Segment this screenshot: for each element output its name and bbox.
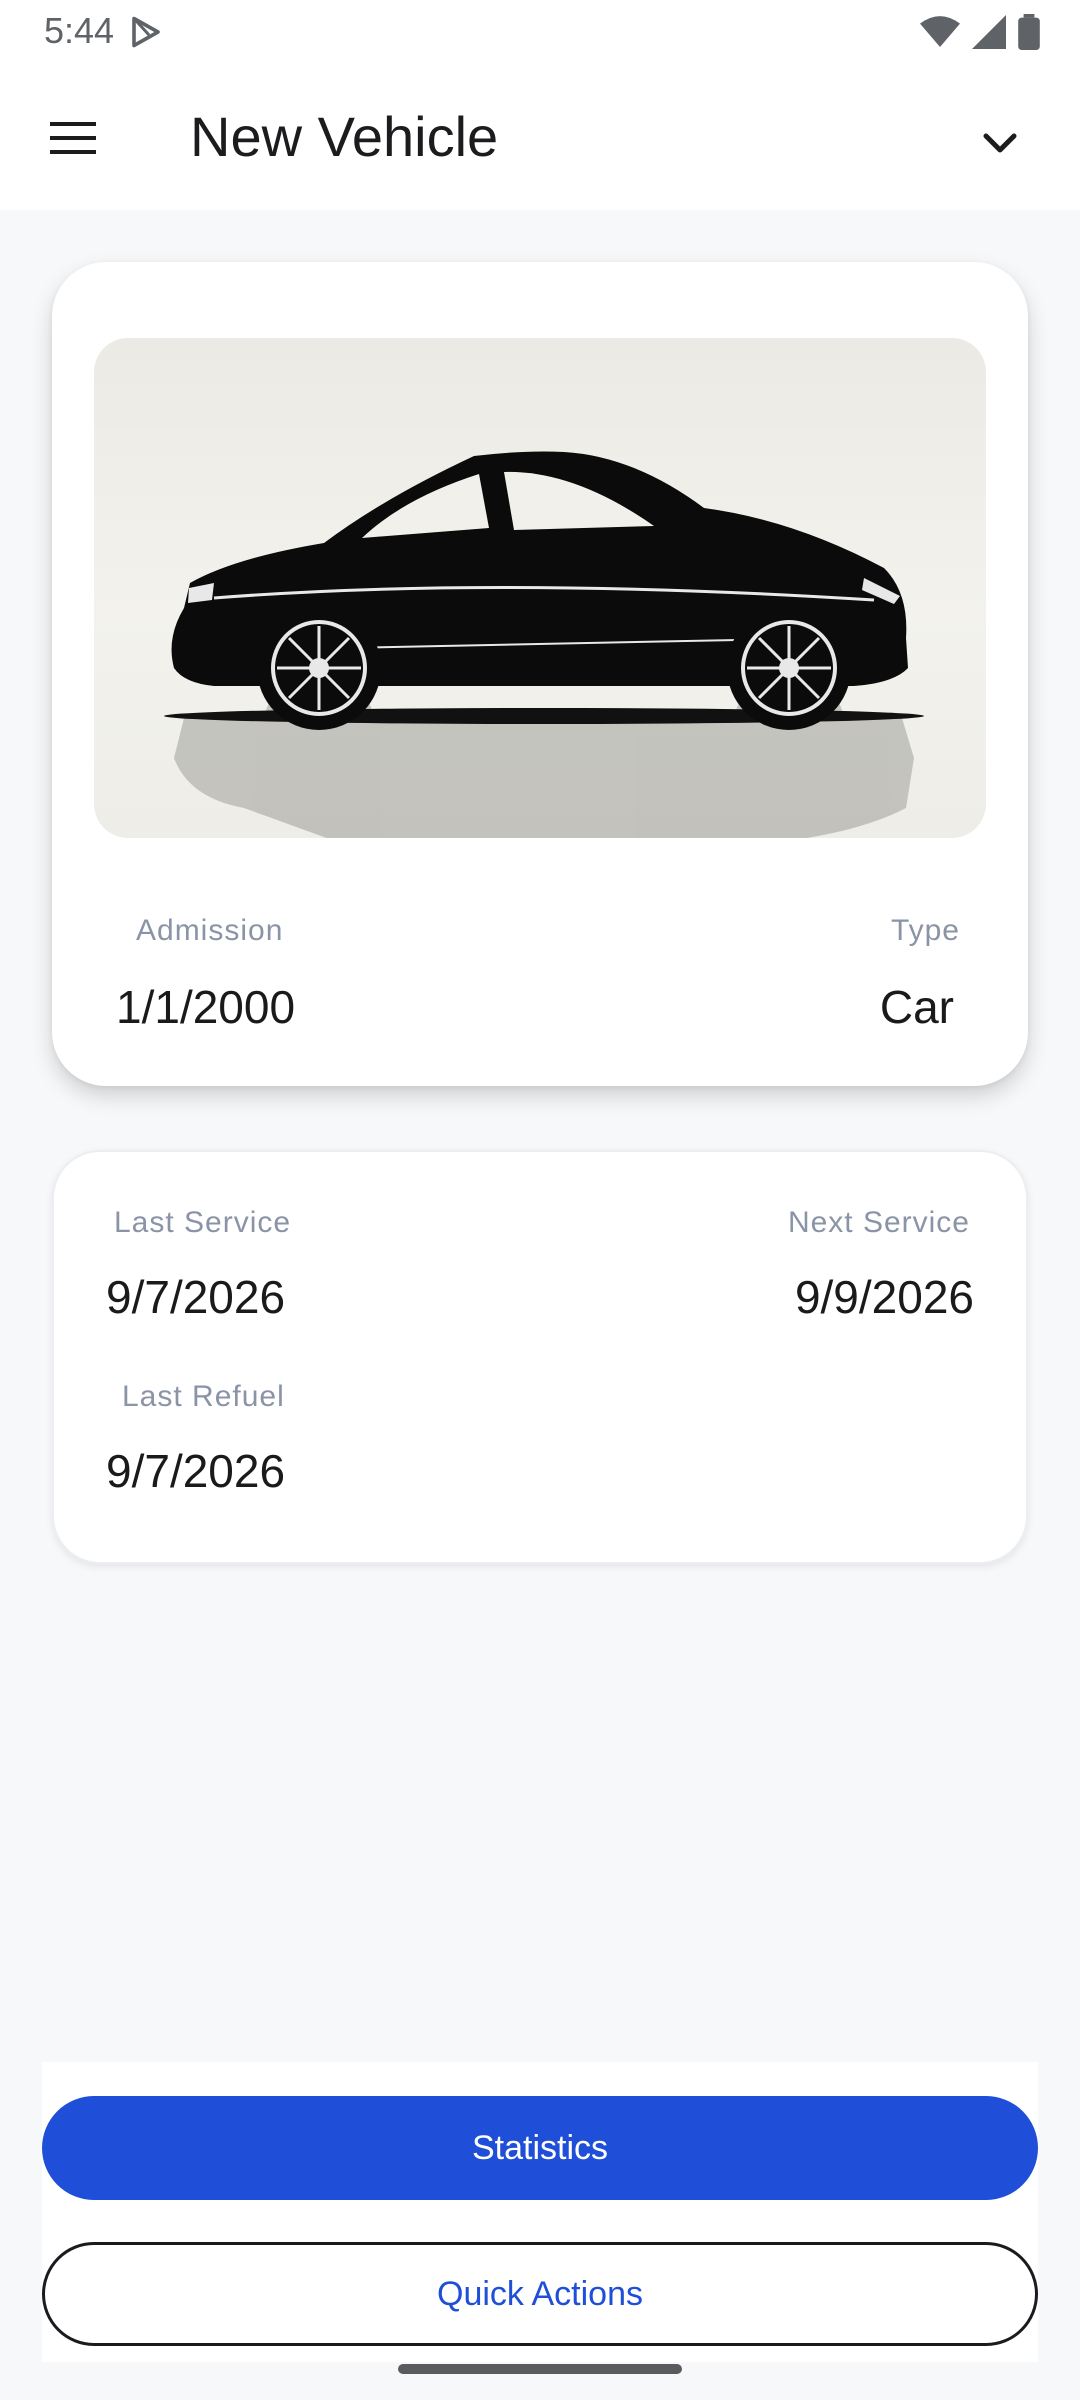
page-title: New Vehicle	[190, 105, 499, 168]
cell-signal-icon	[972, 15, 1006, 54]
vehicle-card[interactable]: Admission 1/1/2000 Type Car	[52, 262, 1028, 1086]
type-label: Type	[890, 914, 960, 947]
battery-icon	[1018, 14, 1040, 55]
status-time: 5:44	[44, 10, 115, 51]
admission-label: Admission	[136, 914, 284, 947]
bottom-actions: Statistics Quick Actions	[42, 2062, 1038, 2362]
status-icons	[920, 14, 1040, 55]
hamburger-menu-icon[interactable]	[40, 108, 106, 168]
statistics-button[interactable]: Statistics	[42, 2096, 1038, 2200]
last-refuel-label: Last Refuel	[122, 1380, 285, 1413]
next-service-value: 9/9/2026	[794, 1271, 974, 1323]
vehicle-image	[94, 338, 986, 838]
sedan-car-illustration	[164, 451, 924, 838]
type-value: Car	[879, 981, 954, 1033]
last-refuel-value: 9/7/2026	[106, 1445, 286, 1497]
app-bar: New Vehicle	[0, 64, 1080, 210]
service-card[interactable]: Last Service 9/7/2026 Next Service 9/9/2…	[52, 1150, 1028, 1564]
home-indicator[interactable]	[398, 2364, 682, 2374]
play-store-icon	[128, 14, 164, 55]
next-service-label: Next Service	[787, 1206, 970, 1239]
status-bar: 5:44	[0, 0, 1080, 64]
chevron-down-icon[interactable]	[970, 112, 1030, 172]
admission-value: 1/1/2000	[116, 981, 296, 1033]
quick-actions-button[interactable]: Quick Actions	[42, 2242, 1038, 2346]
last-service-label: Last Service	[114, 1206, 292, 1239]
last-service-value: 9/7/2026	[106, 1271, 286, 1323]
wifi-icon	[920, 15, 960, 54]
